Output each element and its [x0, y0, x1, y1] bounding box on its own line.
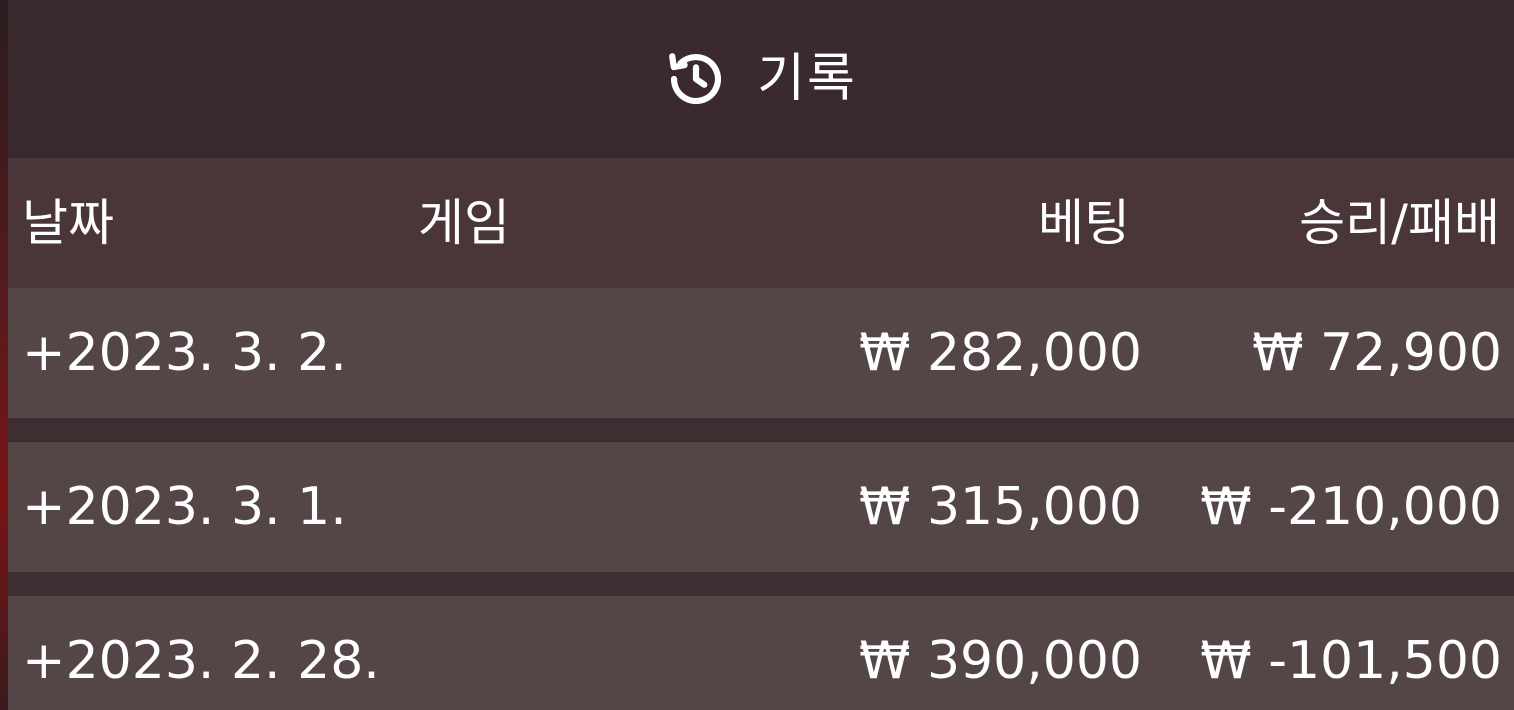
- table-row[interactable]: +2023. 2. 28. ₩ 390,000 ₩ -101,500: [8, 596, 1514, 710]
- column-header-game[interactable]: 게임: [418, 158, 510, 288]
- row-date: +2023. 3. 1.: [22, 477, 347, 537]
- history-panel: 기록 날짜 게임 베팅 승리/패배 +2023. 3. 2. ₩ 282,000…: [0, 0, 1514, 710]
- row-bet: ₩ 282,000: [859, 323, 1142, 383]
- row-winloss: ₩ -101,500: [1200, 631, 1502, 691]
- table-row[interactable]: +2023. 3. 2. ₩ 282,000 ₩ 72,900: [8, 288, 1514, 418]
- table-header: 날짜 게임 베팅 승리/패배: [8, 158, 1514, 288]
- row-date: +2023. 3. 2.: [22, 323, 347, 383]
- title-bar: 기록: [8, 0, 1514, 158]
- page-title: 기록: [757, 49, 857, 109]
- history-icon: [665, 48, 727, 110]
- column-header-bet[interactable]: 베팅: [1038, 158, 1130, 288]
- table-row[interactable]: +2023. 3. 1. ₩ 315,000 ₩ -210,000: [8, 442, 1514, 572]
- column-header-date[interactable]: 날짜: [22, 158, 114, 288]
- title-content: 기록: [8, 0, 1514, 158]
- row-winloss: ₩ 72,900: [1252, 323, 1502, 383]
- row-divider: [8, 572, 1514, 596]
- row-winloss: ₩ -210,000: [1200, 477, 1502, 537]
- row-bet: ₩ 390,000: [859, 631, 1142, 691]
- column-header-winloss[interactable]: 승리/패배: [1299, 158, 1500, 288]
- row-divider: [8, 418, 1514, 442]
- row-date: +2023. 2. 28.: [22, 631, 380, 691]
- left-edge-background: [0, 0, 8, 710]
- row-bet: ₩ 315,000: [859, 477, 1142, 537]
